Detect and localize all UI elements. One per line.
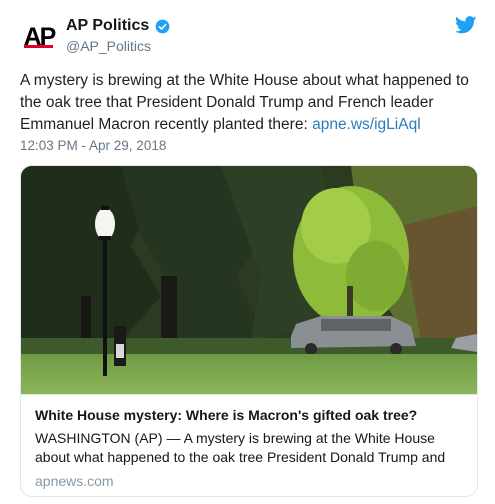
twitter-bird-icon[interactable] (455, 16, 477, 34)
tweet-timestamp[interactable]: 12:03 PM - Apr 29, 2018 (20, 138, 166, 153)
tweet-link[interactable]: apne.ws/igLiAql (312, 116, 421, 133)
ap-logo-underline (24, 45, 53, 48)
card-image[interactable] (21, 166, 477, 394)
card-description: WASHINGTON (AP) — A mystery is brewing a… (35, 430, 446, 465)
display-name[interactable]: AP Politics (66, 17, 149, 35)
card-body[interactable]: White House mystery: Where is Macron's g… (21, 394, 477, 496)
account-handle[interactable]: @AP_Politics (66, 38, 151, 54)
card-domain: apnews.com (35, 473, 114, 489)
account-name-row: AP Politics (66, 17, 170, 35)
account-avatar[interactable]: AP (20, 18, 58, 56)
verified-badge-icon (155, 19, 170, 33)
link-card[interactable]: White House mystery: Where is Macron's g… (20, 165, 478, 497)
card-title[interactable]: White House mystery: Where is Macron's g… (35, 407, 417, 423)
tweet-text: A mystery is brewing at the White House … (20, 70, 480, 136)
